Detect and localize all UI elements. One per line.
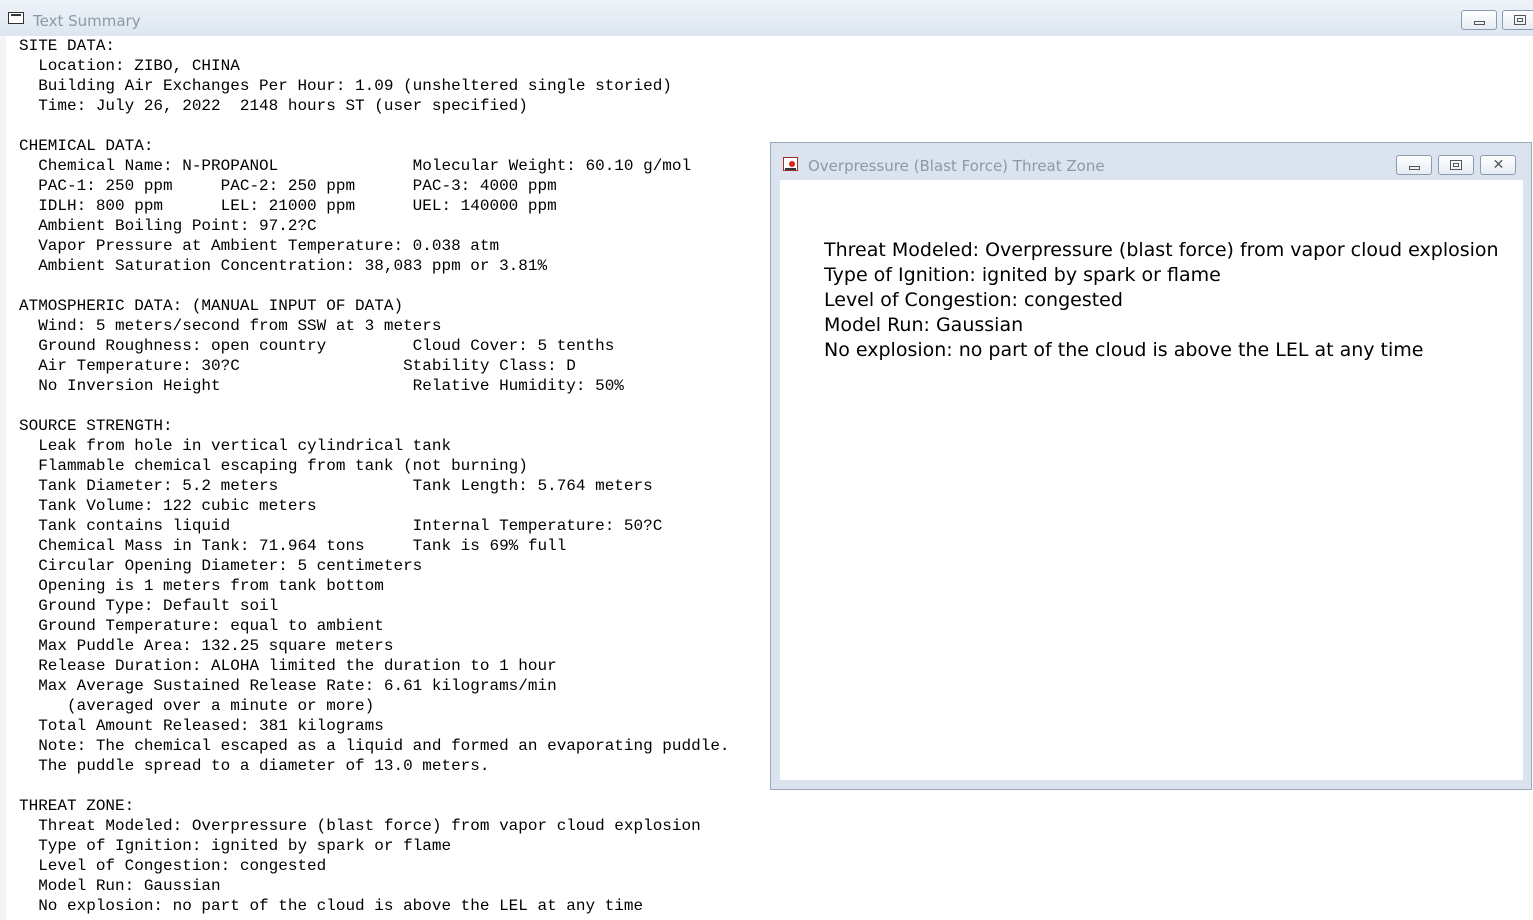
summary-line: Note: The chemical escaped as a liquid a… (19, 737, 730, 755)
summary-line: (averaged over a minute or more) (19, 697, 375, 715)
summary-line: Ground Temperature: equal to ambient (19, 617, 384, 635)
summary-line: Tank Diameter: 5.2 meters Tank Length: 5… (19, 477, 653, 495)
maximize-icon (1450, 160, 1462, 170)
threat-line: Level of Congestion: congested (824, 289, 1123, 311)
main-window-title: Text Summary (33, 12, 141, 30)
summary-line: Circular Opening Diameter: 5 centimeters (19, 557, 423, 575)
summary-line: Flammable chemical escaping from tank (n… (19, 457, 528, 475)
window-border (0, 36, 6, 920)
summary-line: IDLH: 800 ppm LEL: 21000 ppm UEL: 140000… (19, 197, 557, 215)
summary-line: Time: July 26, 2022 2148 hours ST (user … (19, 97, 528, 115)
minimize-icon (1474, 21, 1485, 25)
close-icon: ✕ (1492, 157, 1505, 173)
threat-title-bar[interactable]: Overpressure (Blast Force) Threat Zone ✕ (771, 143, 1531, 179)
threat-line: Threat Modeled: Overpressure (blast forc… (824, 239, 1499, 261)
summary-line: Tank contains liquid Internal Temperatur… (19, 517, 663, 535)
summary-line: Type of Ignition: ignited by spark or fl… (19, 837, 452, 855)
summary-line: Ground Type: Default soil (19, 597, 279, 615)
threat-line: Type of Ignition: ignited by spark or fl… (824, 264, 1221, 286)
summary-line: Chemical Mass in Tank: 71.964 tons Tank … (19, 537, 567, 555)
document-window-icon[interactable] (8, 12, 24, 24)
threat-zone-chart-icon[interactable] (783, 157, 798, 171)
summary-line: PAC-1: 250 ppm PAC-2: 250 ppm PAC-3: 400… (19, 177, 557, 195)
main-maximize-button[interactable] (1502, 10, 1533, 30)
threat-minimize-button[interactable] (1396, 155, 1432, 175)
summary-text-area[interactable]: SITE DATA: Location: ZIBO, CHINA Buildin… (19, 36, 730, 916)
threat-zone-content: Threat Modeled: Overpressure (blast forc… (780, 180, 1523, 780)
section-heading: SITE DATA: (19, 37, 116, 55)
summary-line: Leak from hole in vertical cylindrical t… (19, 437, 452, 455)
summary-line: Max Average Sustained Release Rate: 6.61… (19, 677, 557, 695)
section-heading: SOURCE STRENGTH: (19, 417, 173, 435)
threat-close-button[interactable]: ✕ (1480, 155, 1516, 175)
threat-line: No explosion: no part of the cloud is ab… (824, 339, 1424, 361)
summary-line: Total Amount Released: 381 kilograms (19, 717, 384, 735)
minimize-icon (1409, 166, 1420, 170)
section-heading: THREAT ZONE: (19, 797, 135, 815)
summary-line: Release Duration: ALOHA limited the dura… (19, 657, 557, 675)
summary-line: No Inversion Height Relative Humidity: 5… (19, 377, 624, 395)
summary-line: Chemical Name: N-PROPANOL Molecular Weig… (19, 157, 692, 175)
threat-window-title: Overpressure (Blast Force) Threat Zone (808, 157, 1105, 175)
threat-summary-text: Threat Modeled: Overpressure (blast forc… (824, 238, 1499, 363)
summary-line: Air Temperature: 30?C Stability Class: D (19, 357, 576, 375)
summary-line: Location: ZIBO, CHINA (19, 57, 240, 75)
main-minimize-button[interactable] (1461, 10, 1497, 30)
summary-line: Building Air Exchanges Per Hour: 1.09 (u… (19, 77, 672, 95)
summary-line: Opening is 1 meters from tank bottom (19, 577, 384, 595)
threat-zone-window: Overpressure (Blast Force) Threat Zone ✕… (770, 142, 1532, 790)
summary-line: Threat Modeled: Overpressure (blast forc… (19, 817, 701, 835)
summary-line: Tank Volume: 122 cubic meters (19, 497, 317, 515)
summary-line: Ambient Saturation Concentration: 38,083… (19, 257, 548, 275)
section-heading: ATMOSPHERIC DATA: (MANUAL INPUT OF DATA) (19, 297, 404, 315)
summary-line: Ambient Boiling Point: 97.2?C (19, 217, 317, 235)
threat-line: Model Run: Gaussian (824, 314, 1024, 336)
maximize-icon (1514, 15, 1526, 25)
summary-line: The puddle spread to a diameter of 13.0 … (19, 757, 490, 775)
main-title-bar[interactable]: Text Summary (0, 0, 1533, 36)
summary-line: Level of Congestion: congested (19, 857, 327, 875)
section-heading: CHEMICAL DATA: (19, 137, 154, 155)
summary-line: Ground Roughness: open country Cloud Cov… (19, 337, 615, 355)
threat-maximize-button[interactable] (1438, 155, 1474, 175)
summary-line: Max Puddle Area: 132.25 square meters (19, 637, 394, 655)
summary-line: No explosion: no part of the cloud is ab… (19, 897, 644, 915)
summary-line: Model Run: Gaussian (19, 877, 221, 895)
summary-line: Vapor Pressure at Ambient Temperature: 0… (19, 237, 500, 255)
summary-line: Wind: 5 meters/second from SSW at 3 mete… (19, 317, 442, 335)
